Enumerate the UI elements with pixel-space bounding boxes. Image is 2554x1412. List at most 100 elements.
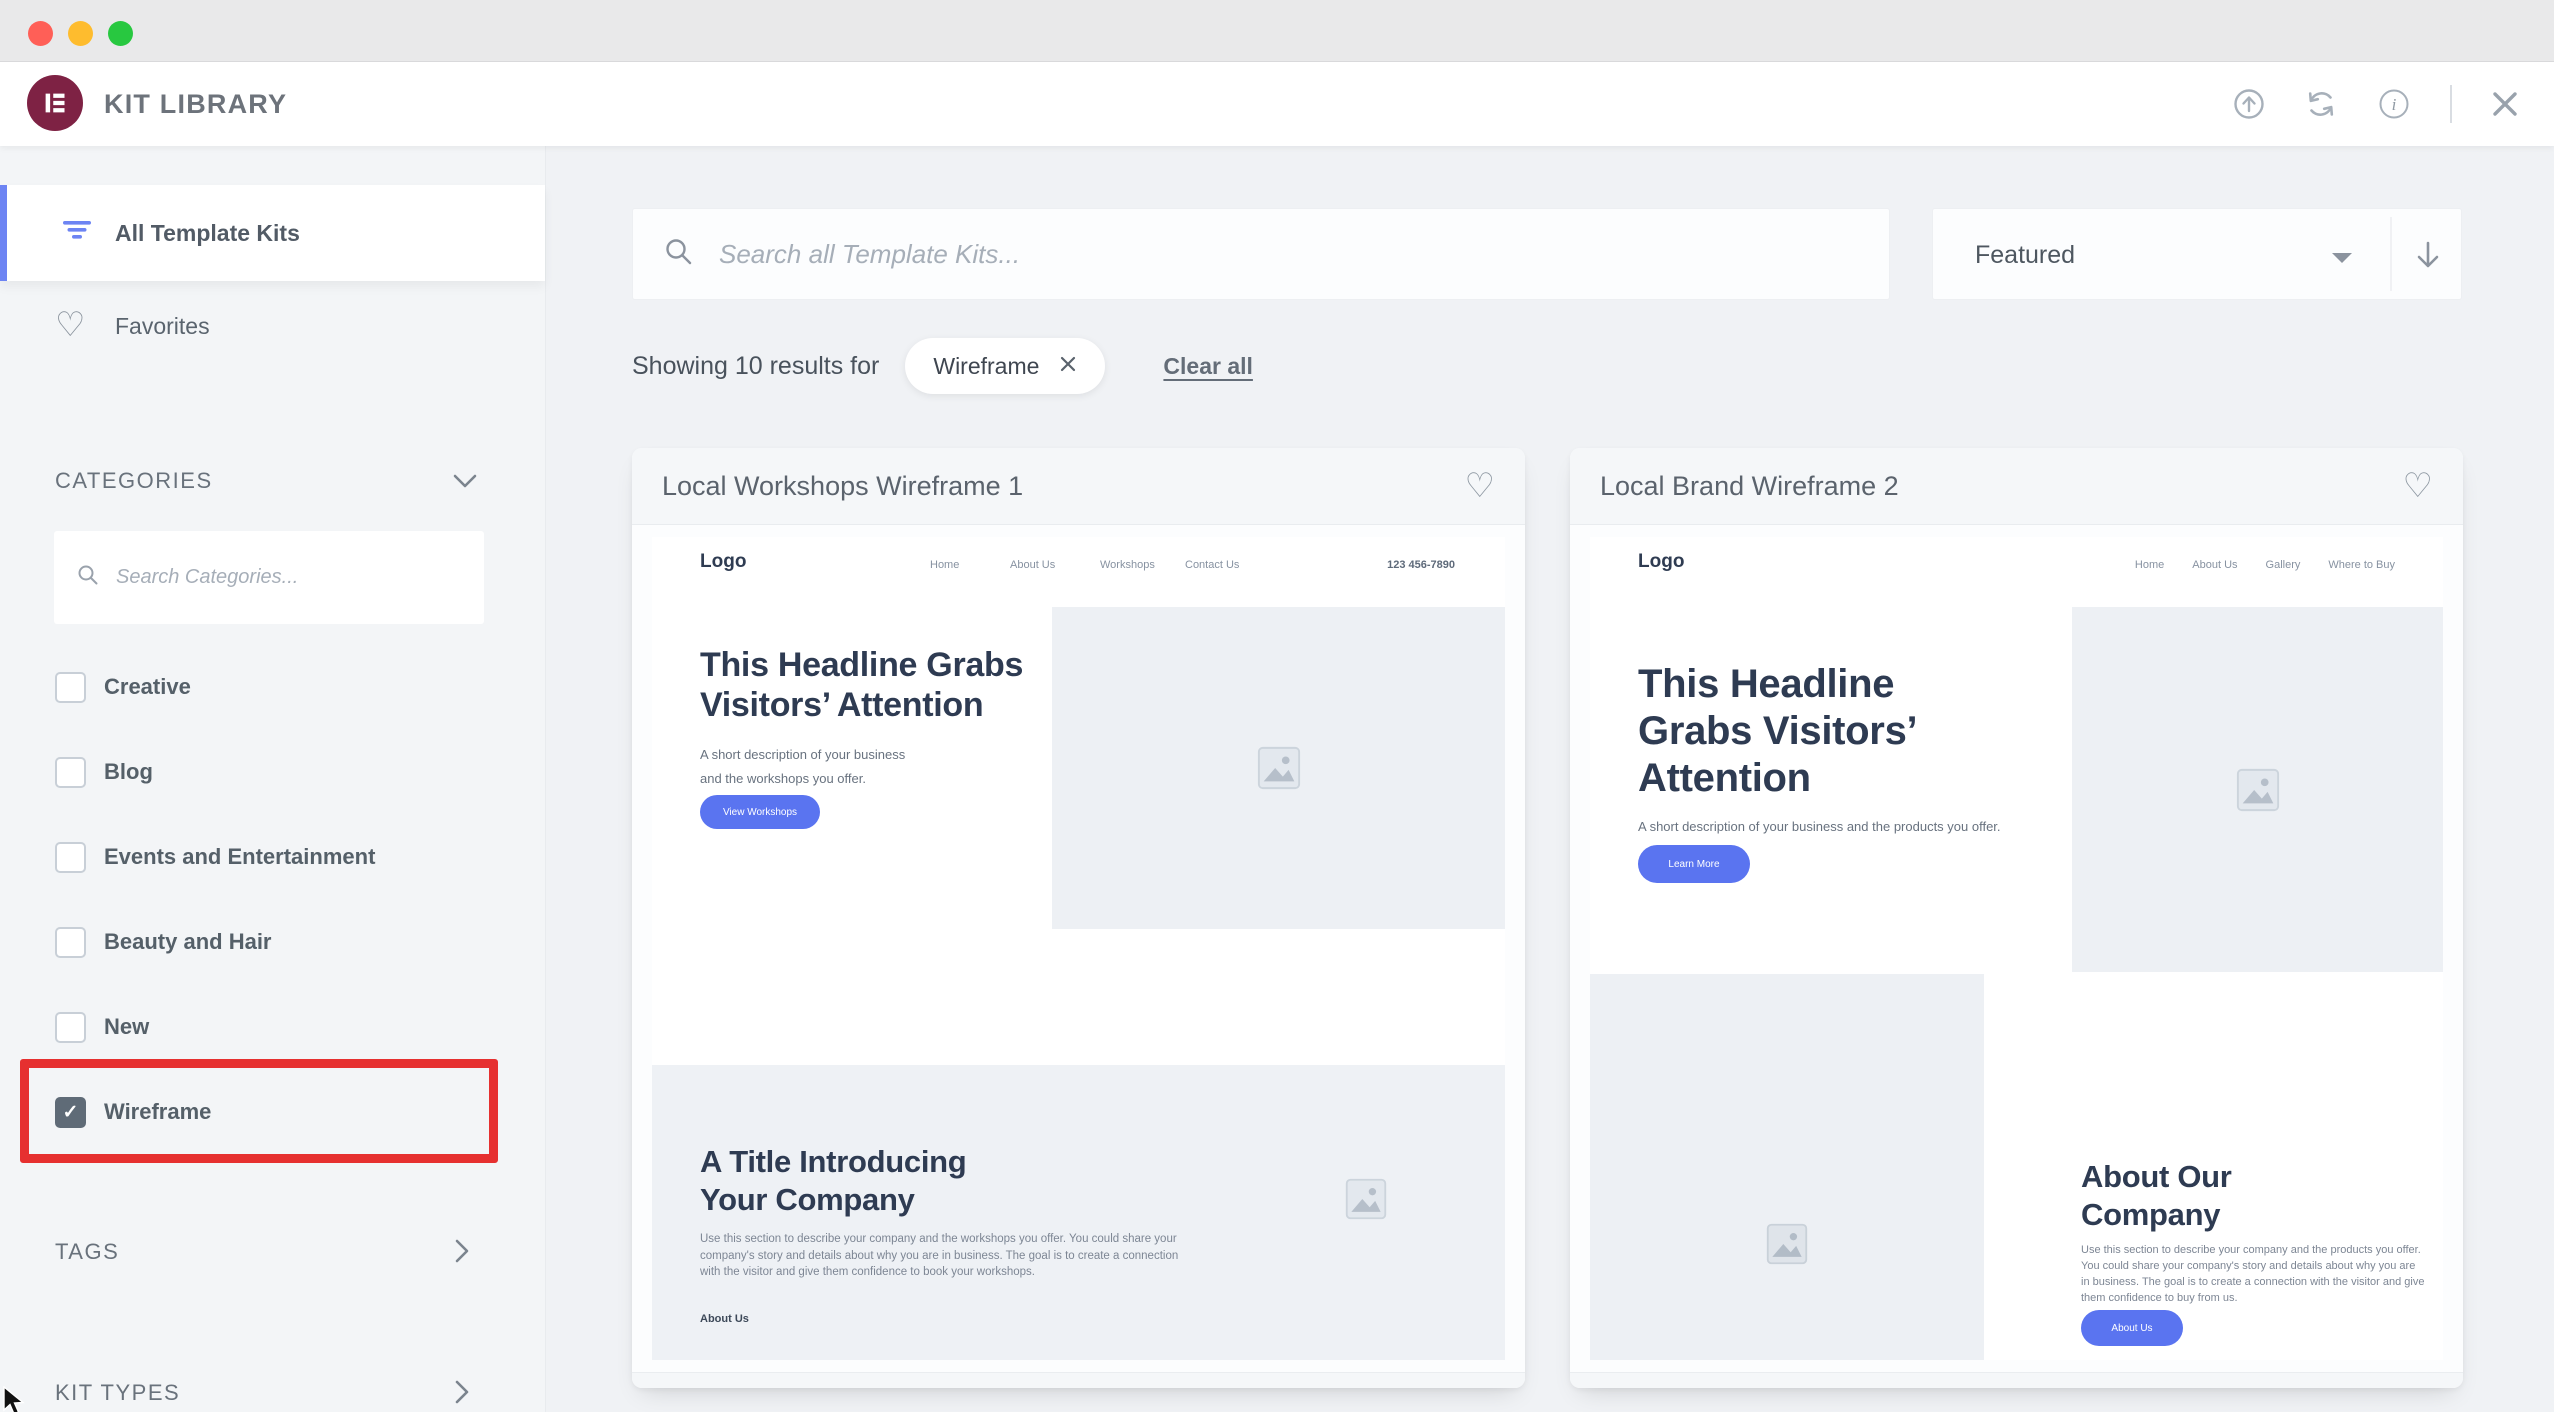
search-icon xyxy=(76,563,100,592)
chevron-down-icon[interactable] xyxy=(452,472,478,495)
preview-about-section: A Title Introducing Your Company Use thi… xyxy=(652,1065,1505,1360)
preview-nav-link: Where to Buy xyxy=(2328,559,2395,571)
search-input[interactable] xyxy=(719,238,1719,270)
heart-icon: ♡ xyxy=(55,306,86,344)
kit-preview-thumbnail[interactable]: Logo Home About Us Workshops Contact Us … xyxy=(652,537,1505,1360)
category-option-creative[interactable]: Creative xyxy=(55,670,191,704)
preview-nav-link: Gallery xyxy=(2265,559,2301,571)
preview-nav-link: Contact Us xyxy=(1185,559,1240,571)
caret-down-icon[interactable] xyxy=(2331,251,2353,269)
filter-icon xyxy=(60,218,94,247)
preview-section-body: Use this section to describe your compan… xyxy=(2081,1244,2425,1304)
preview-phone: 123 456-7890 xyxy=(1387,559,1455,571)
preview-about-section: About Our Company Use this section to de… xyxy=(1590,974,2443,1360)
kit-library-window: KIT LIBRARY i All Template Kits ♡ Favori… xyxy=(0,0,2554,1412)
template-kits-search xyxy=(632,208,1890,300)
category-option-beauty[interactable]: Beauty and Hair xyxy=(55,925,272,959)
filter-chip-label: Wireframe xyxy=(933,352,1040,379)
preview-cta-button: Learn More xyxy=(1638,845,1750,883)
mouse-cursor xyxy=(2,1385,30,1412)
checkbox-icon[interactable] xyxy=(55,756,86,788)
chevron-right-icon[interactable] xyxy=(452,1379,472,1410)
favorite-heart-icon[interactable]: ♡ xyxy=(2403,469,2433,503)
preview-nav: Home About Us Gallery Where to Buy xyxy=(2135,559,2395,571)
category-label: Events and Entertainment xyxy=(104,844,376,869)
categories-section-header[interactable]: CATEGORIES xyxy=(55,468,213,494)
preview-nav-link: About Us xyxy=(1010,559,1056,571)
category-option-new[interactable]: New xyxy=(55,1010,149,1044)
category-label: New xyxy=(104,1014,150,1039)
close-window-icon[interactable] xyxy=(28,21,53,46)
category-option-events[interactable]: Events and Entertainment xyxy=(55,840,375,874)
remove-filter-icon[interactable] xyxy=(1059,355,1077,378)
kit-card-footer xyxy=(1570,1372,2463,1388)
preview-cta-button: View Workshops xyxy=(700,795,820,829)
preview-section-heading: A Title Introducing Your Company xyxy=(700,1144,967,1217)
preview-logo: Logo xyxy=(1638,551,1685,572)
results-bar: Showing 10 results for Wireframe Clear a… xyxy=(632,338,1253,394)
kit-card-header: Local Brand Wireframe 2 ♡ xyxy=(1570,448,2463,525)
category-label: Creative xyxy=(104,674,191,699)
checkbox-checked-icon[interactable]: ✓ xyxy=(55,1096,86,1128)
preview-nav-link: About Us xyxy=(2192,559,2238,571)
kit-card-header: Local Workshops Wireframe 1 ♡ xyxy=(632,448,1525,525)
preview-section-heading: About Our Company xyxy=(2081,1159,2232,1232)
sync-library-icon[interactable] xyxy=(2304,87,2338,121)
sort-direction-button[interactable] xyxy=(2392,209,2463,301)
sidebar-item-favorites[interactable]: ♡ Favorites xyxy=(0,281,545,371)
checkbox-icon[interactable] xyxy=(55,671,86,703)
filter-chip-wireframe[interactable]: Wireframe xyxy=(905,338,1106,394)
clear-all-link[interactable]: Clear all xyxy=(1163,353,1253,380)
kit-preview-thumbnail[interactable]: Logo Home About Us Gallery Where to Buy … xyxy=(1590,537,2443,1360)
close-icon[interactable] xyxy=(2490,89,2520,119)
preview-section-body: Use this section to describe your compan… xyxy=(700,1233,1179,1278)
preview-logo: Logo xyxy=(700,551,747,572)
checkbox-icon[interactable] xyxy=(55,841,86,873)
kit-types-section-header[interactable]: KIT TYPES xyxy=(55,1380,180,1406)
preview-hero-image-placeholder xyxy=(2072,607,2443,972)
sidebar-item-label: All Template Kits xyxy=(115,219,300,246)
preview-about-link: About Us xyxy=(700,1313,749,1325)
preview-nav-link: Home xyxy=(2134,559,2165,571)
kit-card-footer xyxy=(632,1372,1525,1388)
preview-about-button: About Us xyxy=(2081,1310,2183,1346)
kit-card-local-workshops-wireframe-1[interactable]: Local Workshops Wireframe 1 ♡ Logo Home … xyxy=(632,448,1525,1388)
check-updates-icon[interactable] xyxy=(2232,87,2266,121)
tags-section-header[interactable]: TAGS xyxy=(55,1239,119,1265)
preview-image-placeholder xyxy=(1590,974,1984,1360)
category-search-input[interactable] xyxy=(116,566,446,589)
app-header: KIT LIBRARY i xyxy=(0,62,2554,146)
preview-hero-image-placeholder xyxy=(1052,607,1505,929)
sort-control: Featured xyxy=(1932,208,2462,300)
page-title: KIT LIBRARY xyxy=(104,88,288,119)
kit-card-local-brand-wireframe-2[interactable]: Local Brand Wireframe 2 ♡ Logo Home Abou… xyxy=(1570,448,2463,1388)
sidebar-item-label: Favorites xyxy=(115,312,210,339)
macos-titlebar xyxy=(0,0,2554,62)
category-option-blog[interactable]: Blog xyxy=(55,755,153,789)
category-search xyxy=(54,531,484,624)
sidebar-item-all-template-kits[interactable]: All Template Kits xyxy=(0,185,545,281)
sort-dropdown[interactable]: Featured xyxy=(1975,209,2075,301)
category-label: Beauty and Hair xyxy=(104,929,272,954)
preview-nav-link: Workshops xyxy=(1100,559,1155,571)
kit-card-title: Local Workshops Wireframe 1 xyxy=(662,470,1024,501)
checkbox-icon[interactable] xyxy=(55,1011,86,1043)
preview-headline: This Headline Grabs Visitors’ Attention xyxy=(700,646,1024,724)
info-icon[interactable]: i xyxy=(2376,86,2412,122)
elementor-logo-icon xyxy=(27,75,83,131)
preview-headline: This Headline Grabs Visitors’ Attention xyxy=(1638,662,1918,800)
maximize-window-icon[interactable] xyxy=(108,21,133,46)
category-option-wireframe[interactable]: ✓ Wireframe xyxy=(55,1095,211,1129)
minimize-window-icon[interactable] xyxy=(68,21,93,46)
preview-nav-link: Home xyxy=(930,559,960,571)
chevron-right-icon[interactable] xyxy=(452,1238,472,1269)
header-divider xyxy=(2450,85,2452,123)
results-count-text: Showing 10 results for xyxy=(632,351,880,380)
checkbox-icon[interactable] xyxy=(55,926,86,958)
category-label: Wireframe xyxy=(104,1099,212,1124)
favorite-heart-icon[interactable]: ♡ xyxy=(1465,469,1495,503)
category-label: Blog xyxy=(104,759,153,784)
preview-description: A short description of your business and… xyxy=(1638,819,2001,834)
search-icon xyxy=(663,236,695,273)
sidebar: All Template Kits ♡ Favorites CATEGORIES… xyxy=(0,146,546,1412)
